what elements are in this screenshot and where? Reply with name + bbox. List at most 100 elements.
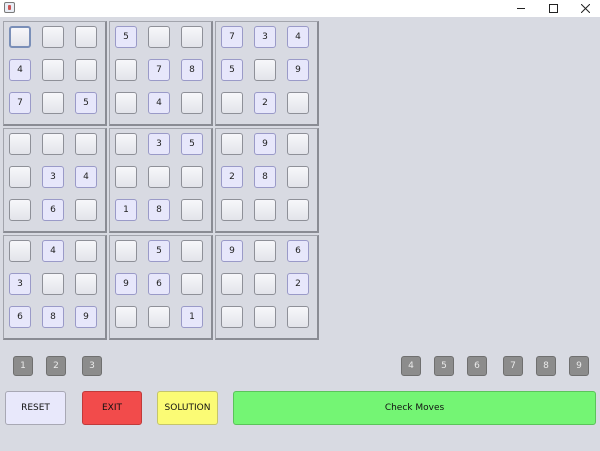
maximize-button[interactable] bbox=[536, 0, 570, 17]
sudoku-cell[interactable]: 4 bbox=[287, 26, 309, 48]
sudoku-cell[interactable] bbox=[115, 166, 137, 188]
sudoku-cell[interactable] bbox=[42, 273, 64, 295]
sudoku-cell[interactable]: 4 bbox=[148, 92, 170, 114]
reset-button[interactable]: RESET bbox=[5, 391, 66, 425]
number-button[interactable]: 1 bbox=[13, 356, 33, 376]
sudoku-cell[interactable]: 5 bbox=[148, 240, 170, 262]
title-bar bbox=[0, 0, 600, 17]
sudoku-cell[interactable] bbox=[9, 133, 31, 155]
sudoku-cell[interactable] bbox=[254, 240, 276, 262]
sudoku-cell[interactable] bbox=[254, 306, 276, 328]
minimize-button[interactable] bbox=[504, 0, 538, 17]
solution-button[interactable]: SOLUTION bbox=[157, 391, 218, 425]
number-button[interactable]: 7 bbox=[503, 356, 523, 376]
sudoku-cell[interactable]: 3 bbox=[42, 166, 64, 188]
sudoku-cell[interactable] bbox=[115, 59, 137, 81]
number-button[interactable]: 8 bbox=[536, 356, 556, 376]
sudoku-cell[interactable]: 7 bbox=[9, 92, 31, 114]
sudoku-cell[interactable]: 4 bbox=[9, 59, 31, 81]
sudoku-cell[interactable]: 2 bbox=[221, 166, 243, 188]
sudoku-cell[interactable]: 4 bbox=[42, 240, 64, 262]
sudoku-cell[interactable]: 5 bbox=[221, 59, 243, 81]
sudoku-cell[interactable] bbox=[181, 92, 203, 114]
sudoku-cell[interactable]: 3 bbox=[148, 133, 170, 155]
sudoku-cell[interactable] bbox=[75, 26, 97, 48]
sudoku-cell[interactable] bbox=[221, 133, 243, 155]
sudoku-cell[interactable] bbox=[254, 273, 276, 295]
number-button[interactable]: 2 bbox=[46, 356, 66, 376]
sudoku-cell[interactable]: 2 bbox=[287, 273, 309, 295]
sudoku-cell[interactable] bbox=[221, 273, 243, 295]
number-button[interactable]: 3 bbox=[82, 356, 102, 376]
sudoku-cell[interactable] bbox=[9, 199, 31, 221]
sudoku-cell[interactable] bbox=[75, 273, 97, 295]
sudoku-cell[interactable] bbox=[42, 26, 64, 48]
sudoku-cell[interactable] bbox=[287, 92, 309, 114]
sudoku-cell[interactable]: 6 bbox=[42, 199, 64, 221]
sudoku-cell[interactable] bbox=[42, 59, 64, 81]
sudoku-cell[interactable]: 1 bbox=[115, 199, 137, 221]
sudoku-cell[interactable] bbox=[42, 92, 64, 114]
sudoku-cell[interactable] bbox=[148, 306, 170, 328]
sudoku-cell[interactable] bbox=[221, 306, 243, 328]
sudoku-cell[interactable] bbox=[148, 26, 170, 48]
sudoku-cell[interactable]: 7 bbox=[148, 59, 170, 81]
sudoku-cell[interactable] bbox=[115, 306, 137, 328]
sudoku-cell[interactable]: 8 bbox=[148, 199, 170, 221]
sudoku-cell[interactable] bbox=[9, 26, 31, 48]
sudoku-cell[interactable]: 9 bbox=[115, 273, 137, 295]
sudoku-cell[interactable] bbox=[75, 199, 97, 221]
sudoku-cell[interactable] bbox=[75, 240, 97, 262]
sudoku-cell[interactable] bbox=[181, 240, 203, 262]
close-icon bbox=[581, 4, 590, 13]
sudoku-cell[interactable]: 2 bbox=[254, 92, 276, 114]
sudoku-cell[interactable]: 9 bbox=[254, 133, 276, 155]
sudoku-cell[interactable]: 7 bbox=[221, 26, 243, 48]
sudoku-cell[interactable] bbox=[75, 133, 97, 155]
sudoku-cell[interactable] bbox=[287, 199, 309, 221]
sudoku-cell[interactable]: 4 bbox=[75, 166, 97, 188]
sudoku-cell[interactable] bbox=[115, 240, 137, 262]
sudoku-cell[interactable]: 8 bbox=[181, 59, 203, 81]
sudoku-cell[interactable] bbox=[115, 133, 137, 155]
sudoku-cell[interactable] bbox=[115, 92, 137, 114]
sudoku-cell[interactable] bbox=[254, 199, 276, 221]
sudoku-cell[interactable]: 9 bbox=[287, 59, 309, 81]
sudoku-cell[interactable]: 5 bbox=[181, 133, 203, 155]
sudoku-cell[interactable] bbox=[287, 166, 309, 188]
sudoku-cell[interactable]: 9 bbox=[221, 240, 243, 262]
sudoku-cell[interactable]: 3 bbox=[9, 273, 31, 295]
sudoku-cell[interactable]: 8 bbox=[42, 306, 64, 328]
sudoku-cell[interactable]: 3 bbox=[254, 26, 276, 48]
sudoku-cell[interactable] bbox=[221, 92, 243, 114]
number-button[interactable]: 6 bbox=[467, 356, 487, 376]
close-button[interactable] bbox=[568, 0, 600, 17]
sudoku-cell[interactable] bbox=[221, 199, 243, 221]
sudoku-cell[interactable] bbox=[75, 59, 97, 81]
sudoku-cell[interactable] bbox=[181, 166, 203, 188]
number-button[interactable]: 4 bbox=[401, 356, 421, 376]
sudoku-cell[interactable]: 5 bbox=[115, 26, 137, 48]
sudoku-cell[interactable] bbox=[42, 133, 64, 155]
java-app-icon bbox=[4, 2, 15, 13]
sudoku-cell[interactable]: 9 bbox=[75, 306, 97, 328]
number-button[interactable]: 9 bbox=[569, 356, 589, 376]
sudoku-cell[interactable]: 1 bbox=[181, 306, 203, 328]
sudoku-cell[interactable] bbox=[287, 133, 309, 155]
sudoku-cell[interactable] bbox=[9, 166, 31, 188]
number-button[interactable]: 5 bbox=[434, 356, 454, 376]
sudoku-cell[interactable]: 6 bbox=[9, 306, 31, 328]
sudoku-cell[interactable]: 6 bbox=[287, 240, 309, 262]
sudoku-cell[interactable] bbox=[181, 199, 203, 221]
sudoku-cell[interactable] bbox=[181, 26, 203, 48]
sudoku-cell[interactable] bbox=[254, 59, 276, 81]
check-moves-button[interactable]: Check Moves bbox=[233, 391, 596, 425]
sudoku-cell[interactable]: 6 bbox=[148, 273, 170, 295]
sudoku-cell[interactable]: 8 bbox=[254, 166, 276, 188]
exit-button[interactable]: EXIT bbox=[82, 391, 142, 425]
sudoku-cell[interactable] bbox=[148, 166, 170, 188]
sudoku-cell[interactable] bbox=[181, 273, 203, 295]
sudoku-cell[interactable] bbox=[9, 240, 31, 262]
sudoku-cell[interactable]: 5 bbox=[75, 92, 97, 114]
sudoku-cell[interactable] bbox=[287, 306, 309, 328]
